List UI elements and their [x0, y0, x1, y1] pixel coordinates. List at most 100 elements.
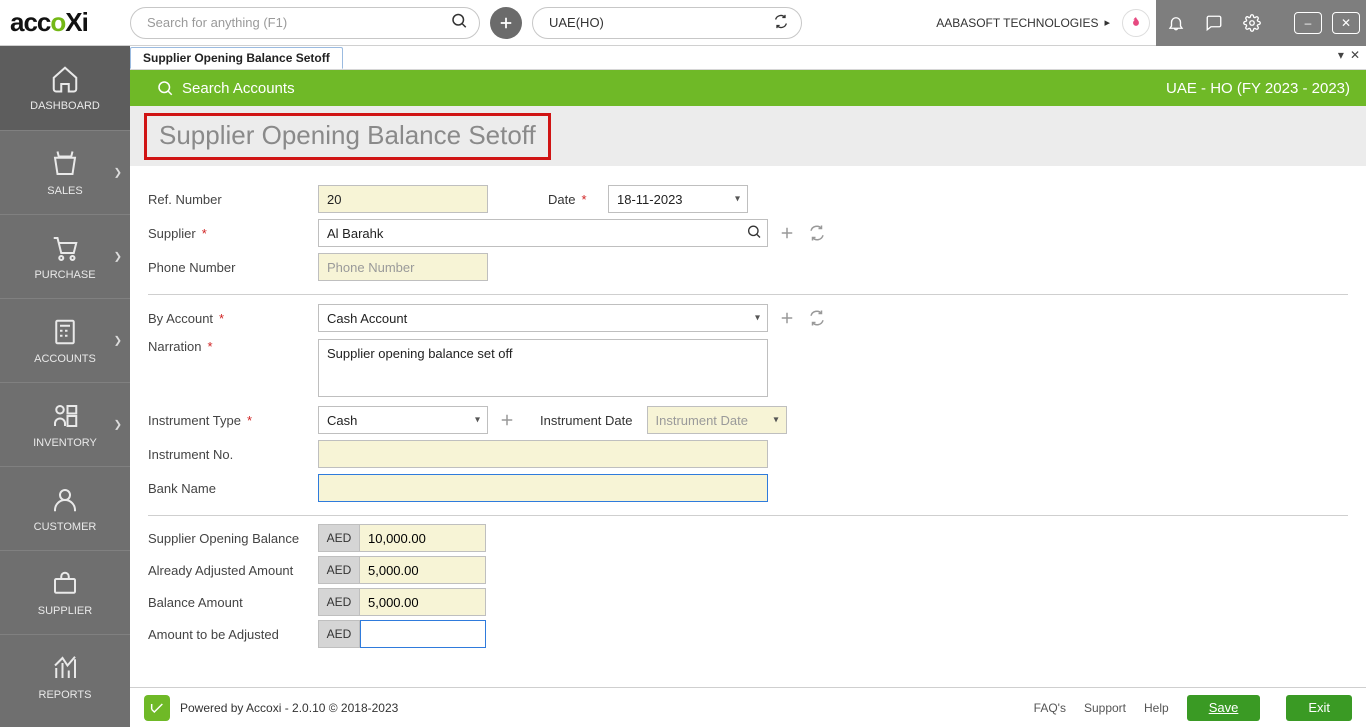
- chevron-right-icon: ❯: [114, 167, 122, 178]
- close-window-button[interactable]: ✕: [1332, 12, 1360, 34]
- label-supplier-opening-balance: Supplier Opening Balance: [148, 531, 318, 546]
- nav-customer[interactable]: CUSTOMER: [0, 466, 130, 550]
- add-supplier-button[interactable]: [776, 222, 798, 244]
- main-content: Search Accounts UAE - HO (FY 2023 - 2023…: [130, 70, 1366, 727]
- company-name: UAE(HO): [549, 15, 604, 30]
- add-account-button[interactable]: [776, 307, 798, 329]
- search-accounts-button[interactable]: Search Accounts: [156, 79, 295, 97]
- nav-purchase[interactable]: PURCHASE ❯: [0, 214, 130, 298]
- label-phone: Phone Number: [148, 260, 318, 275]
- phone-input[interactable]: [318, 253, 488, 281]
- chat-button[interactable]: [1200, 9, 1228, 37]
- footer-support-link[interactable]: Support: [1084, 701, 1126, 715]
- nav-dashboard[interactable]: DASHBOARD: [0, 46, 130, 130]
- add-instrument-type-button[interactable]: [496, 409, 518, 431]
- supplier-opening-balance-value: [360, 524, 486, 552]
- chevron-right-icon: ❯: [114, 419, 122, 430]
- label-already-adjusted: Already Adjusted Amount: [148, 563, 318, 578]
- label-amount-to-be-adjusted: Amount to be Adjusted: [148, 627, 318, 642]
- page-title-band: Supplier Opening Balance Setoff: [130, 106, 1366, 166]
- label-instrument-date: Instrument Date: [540, 413, 633, 428]
- powered-by-text: Powered by Accoxi - 2.0.10 © 2018-2023: [180, 701, 398, 715]
- nav-label: INVENTORY: [33, 437, 97, 449]
- tab-window-controls: ▾ ✕: [1338, 48, 1360, 62]
- refresh-supplier-button[interactable]: [806, 222, 828, 244]
- top-right-cluster: AABASOFT TECHNOLOGIES ▸: [936, 0, 1366, 46]
- label-by-account: By Account*: [148, 311, 318, 326]
- page-title: Supplier Opening Balance Setoff: [159, 120, 536, 150]
- nav-label: ACCOUNTS: [34, 353, 96, 365]
- search-accounts-label: Search Accounts: [182, 80, 295, 97]
- nav-label: SALES: [47, 185, 82, 197]
- instrument-date-input[interactable]: [647, 406, 787, 434]
- organization-name: AABASOFT TECHNOLOGIES: [936, 16, 1104, 30]
- date-input[interactable]: [608, 185, 748, 213]
- footer-faq-link[interactable]: FAQ's: [1034, 701, 1066, 715]
- label-narration: Narration*: [148, 339, 318, 354]
- by-account-select[interactable]: [318, 304, 768, 332]
- amount-to-be-adjusted-input[interactable]: [360, 620, 486, 648]
- tab-menu-caret-icon[interactable]: ▾: [1338, 48, 1344, 62]
- global-search-wrapper: [130, 7, 480, 39]
- label-balance-amount: Balance Amount: [148, 595, 318, 610]
- exit-button[interactable]: Exit: [1286, 695, 1352, 721]
- label-date: Date*: [548, 192, 608, 207]
- currency-code: AED: [318, 524, 360, 552]
- nav-label: CUSTOMER: [34, 521, 97, 533]
- org-caret-icon[interactable]: ▸: [1104, 16, 1116, 29]
- company-selector[interactable]: UAE(HO): [532, 7, 802, 39]
- app-logo: accoXi: [0, 0, 130, 46]
- notifications-button[interactable]: [1162, 9, 1190, 37]
- window-tool-strip: – ✕: [1156, 0, 1366, 46]
- settings-button[interactable]: [1238, 9, 1266, 37]
- label-supplier: Supplier*: [148, 226, 318, 241]
- label-instrument-no: Instrument No.: [148, 447, 318, 462]
- ref-number-input[interactable]: [318, 185, 488, 213]
- section-header-info: Ref. Number Date* ▾ Supplier*: [148, 176, 1348, 295]
- instrument-no-input[interactable]: [318, 440, 768, 468]
- section-account-info: By Account* ▾: [148, 295, 1348, 516]
- tab-title: Supplier Opening Balance Setoff: [143, 51, 330, 65]
- nav-label: PURCHASE: [34, 269, 95, 281]
- logo-text: accoXi: [10, 7, 88, 38]
- tab-close-icon[interactable]: ✕: [1350, 48, 1360, 62]
- narration-textarea[interactable]: [318, 339, 768, 397]
- nav-supplier[interactable]: SUPPLIER: [0, 550, 130, 634]
- whats-new-button[interactable]: [1122, 9, 1150, 37]
- global-search-input[interactable]: [130, 7, 480, 39]
- instrument-type-select[interactable]: [318, 406, 488, 434]
- currency-code: AED: [318, 620, 360, 648]
- save-button[interactable]: Save: [1187, 695, 1261, 721]
- chevron-right-icon: ❯: [114, 251, 122, 262]
- page-title-highlight: Supplier Opening Balance Setoff: [144, 113, 551, 160]
- currency-code: AED: [318, 588, 360, 616]
- tab-supplier-opening-balance-setoff[interactable]: Supplier Opening Balance Setoff: [130, 47, 343, 69]
- minimize-window-button[interactable]: –: [1294, 12, 1322, 34]
- label-ref-number: Ref. Number: [148, 192, 318, 207]
- nav-label: REPORTS: [39, 689, 92, 701]
- bank-name-input[interactable]: [318, 474, 768, 502]
- footer-links: FAQ's Support Help Save Exit: [1034, 695, 1352, 721]
- nav-reports[interactable]: REPORTS: [0, 634, 130, 718]
- footer-help-link[interactable]: Help: [1144, 701, 1169, 715]
- quick-add-button[interactable]: [490, 7, 522, 39]
- fiscal-context: UAE - HO (FY 2023 - 2023): [1166, 80, 1350, 97]
- nav-accounts[interactable]: ACCOUNTS ❯: [0, 298, 130, 382]
- currency-code: AED: [318, 556, 360, 584]
- search-icon[interactable]: [746, 224, 762, 243]
- nav-label: SUPPLIER: [38, 605, 92, 617]
- context-bar: Search Accounts UAE - HO (FY 2023 - 2023…: [130, 70, 1366, 106]
- footer: Powered by Accoxi - 2.0.10 © 2018-2023 F…: [130, 687, 1366, 727]
- form-area: Ref. Number Date* ▾ Supplier*: [130, 166, 1366, 687]
- balance-amount-value: [360, 588, 486, 616]
- top-bar: accoXi UAE(HO) AABASOFT TECHNOLOGIES ▸: [0, 0, 1366, 46]
- chevron-right-icon: ❯: [114, 335, 122, 346]
- nav-inventory[interactable]: INVENTORY ❯: [0, 382, 130, 466]
- sync-icon: [773, 13, 789, 32]
- refresh-account-button[interactable]: [806, 307, 828, 329]
- section-amounts: Supplier Opening Balance AED Already Adj…: [148, 516, 1348, 660]
- nav-label: DASHBOARD: [30, 100, 100, 112]
- label-bank-name: Bank Name: [148, 481, 318, 496]
- supplier-input[interactable]: [318, 219, 768, 247]
- nav-sales[interactable]: SALES ❯: [0, 130, 130, 214]
